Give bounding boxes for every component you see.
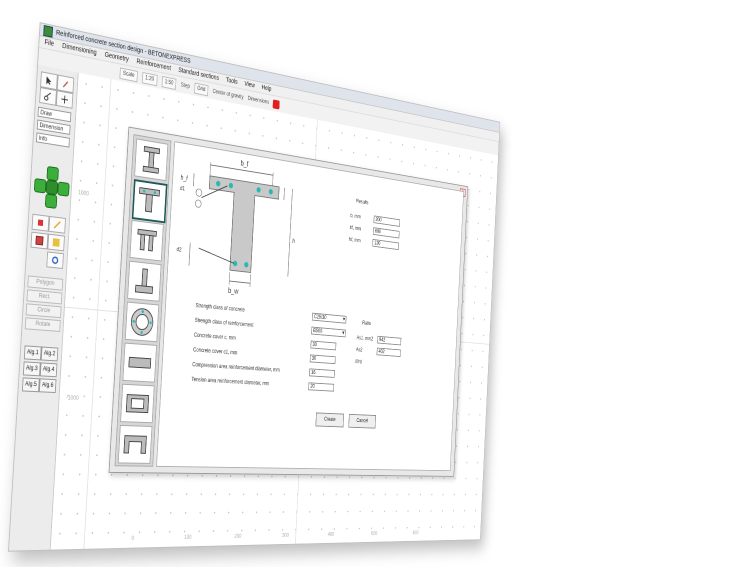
as2-field[interactable]: 402 (376, 347, 401, 357)
grid-line (83, 78, 112, 549)
t-section-diagram (182, 154, 326, 306)
bf-field[interactable]: 600 (372, 227, 400, 239)
rotate-button[interactable]: Rotate (24, 317, 61, 332)
ruler-number: 300 (282, 533, 289, 539)
alg-4-button[interactable]: Alg.4 (39, 362, 58, 378)
compression-diameter-field[interactable]: 16 (308, 368, 335, 378)
perspective-stage: Reinforced concrete section design - BET… (0, 0, 756, 567)
ruler-number: 0 (131, 536, 135, 542)
scale-1-50-button[interactable]: 1:50 (161, 75, 177, 91)
alg-6-button[interactable]: Alg.6 (38, 378, 57, 394)
results-title: Results (355, 199, 369, 207)
scale-1-20-button[interactable]: 1:20 (141, 71, 158, 87)
rect-button[interactable]: Rect. (26, 289, 63, 305)
app-icon (43, 24, 54, 38)
label-hf: h_f (180, 174, 188, 183)
cut-tool-icon[interactable] (39, 87, 57, 106)
stop-icon[interactable] (272, 99, 281, 110)
alg-1-button[interactable]: Alg.1 (23, 345, 42, 361)
compression-diameter-label: Compression area reinforcement diameter,… (192, 362, 280, 374)
label-d1: d1 (179, 186, 186, 193)
tension-diameter-field[interactable]: 20 (308, 382, 335, 392)
link-icon[interactable] (46, 251, 64, 269)
reinforcement-class-select[interactable]: B500 (311, 326, 346, 338)
label-bw: b_w (227, 286, 239, 296)
thumb-box-section[interactable] (120, 383, 155, 424)
mrd-label: Mrd (355, 359, 362, 366)
ruler-number: 1000 (77, 190, 90, 198)
cancel-button[interactable]: Cancel (348, 413, 376, 429)
cover-c-field[interactable]: 30 (310, 340, 337, 351)
ratio-title: Ratio (362, 320, 371, 327)
app-window: Reinforced concrete section design - BET… (8, 22, 501, 552)
delete-icon[interactable] (31, 213, 50, 232)
thumb-ring-section[interactable] (124, 301, 160, 343)
b-label: b, mm (350, 213, 361, 221)
alg-2-button[interactable]: Alg.2 (40, 346, 59, 362)
arrow-right-icon[interactable] (57, 181, 70, 197)
bf-label: bf, mm (349, 225, 362, 233)
thumb-slab-section[interactable] (122, 342, 157, 383)
label-d2: d2 (176, 247, 182, 254)
hf-label: hf, mm (349, 237, 361, 245)
concrete-class-select[interactable]: C25/30 (311, 312, 347, 324)
ruler-number: 100 (184, 535, 192, 541)
thumb-i-section[interactable] (134, 138, 169, 182)
ruler-number: 200 (234, 534, 242, 540)
reinforcement-class-label: Strength class of reinforcement (194, 318, 254, 329)
ruler-number: 500 (371, 531, 378, 537)
hf-field[interactable]: 120 (372, 238, 399, 251)
menu-view[interactable]: View (244, 81, 255, 89)
section-dialog: x (108, 126, 468, 477)
info-field[interactable]: Info (35, 132, 70, 148)
grid-button[interactable]: Grid (193, 82, 209, 97)
thumb-inverted-t-section[interactable] (127, 260, 162, 302)
ruler-number: 400 (327, 532, 335, 538)
alg-5-button[interactable]: Alg.5 (21, 377, 40, 393)
cover-c1-field[interactable]: 30 (309, 354, 336, 365)
center-gravity-label: Center of gravity (212, 88, 244, 101)
menu-file[interactable]: File (44, 39, 54, 48)
arrow-down-icon[interactable] (44, 193, 58, 209)
as1-label: As1, mm2 (356, 335, 374, 343)
b-field[interactable]: 200 (373, 215, 401, 227)
create-button[interactable]: Create (315, 412, 345, 428)
dimensions-label: Dimensions (247, 96, 270, 106)
thumb-double-t-section[interactable] (129, 219, 164, 262)
ruler-number: 600 (412, 530, 419, 536)
as1-field[interactable]: 942 (377, 335, 402, 346)
thumb-channel-section[interactable] (117, 424, 153, 464)
ruler-number: -1000 (65, 395, 79, 402)
section-properties-panel: b_f b_w h_f h d1 d2 Results b, mm 200 bf… (156, 141, 464, 472)
polygon-button[interactable]: Polygon (27, 275, 64, 291)
arrow-left-icon[interactable] (33, 178, 47, 194)
alg-3-button[interactable]: Alg.3 (22, 361, 41, 377)
move-tool-icon[interactable] (55, 90, 74, 109)
rebar-icon[interactable] (47, 233, 65, 252)
cover-c-label: Concrete cover c, mm (193, 332, 236, 342)
thumb-t-section[interactable] (131, 179, 168, 224)
direction-pad (33, 164, 70, 209)
step-label: Step (180, 82, 191, 90)
edit-icon[interactable] (48, 215, 66, 234)
menu-tools[interactable]: Tools (226, 77, 238, 86)
as2-label: As2 (355, 347, 363, 354)
circle-button[interactable]: Circle (25, 303, 62, 319)
menu-help[interactable]: Help (261, 85, 271, 93)
cover-c1-label: Concrete cover c1, mm (192, 347, 238, 357)
label-h: h (292, 238, 296, 245)
concrete-class-label: Strength class of concrete (195, 303, 245, 314)
label-bf: b_f (240, 159, 249, 169)
scale-button[interactable]: Scale (119, 67, 138, 83)
tension-diameter-label: Tension area reinforcement diameter, mm (191, 377, 270, 388)
section-icon[interactable] (30, 231, 49, 250)
